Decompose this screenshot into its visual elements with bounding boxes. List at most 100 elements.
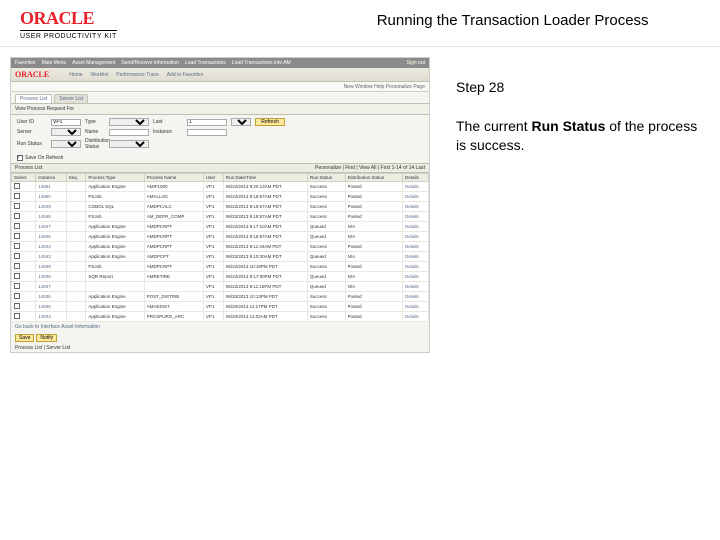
col-header: Process Type [86,174,144,182]
select-cell[interactable] [12,192,36,202]
step-text-bold: Run Status [531,118,605,134]
last-input[interactable] [187,119,227,126]
menu-item[interactable]: Worklist [91,72,109,78]
user-cell: VP1 [203,272,223,282]
name-input[interactable] [109,129,149,136]
col-header: Run Date/Time [223,174,307,182]
table-row: 14934Application EnginePRCSPURG_ARCVP106… [12,312,429,322]
type-label: Type [85,119,105,125]
instance-cell[interactable]: 14949 [36,202,66,212]
details-cell[interactable]: Details [402,252,428,262]
date-cell: 06/20/2013 10:13PM PDT [223,292,307,302]
select-cell[interactable] [12,282,36,292]
details-cell[interactable]: Details [402,262,428,272]
table-row: 14947Application EngineAMDPCRPTVP106/22/… [12,222,429,232]
name-cell: AMDPCRPT [144,262,203,272]
select-cell[interactable] [12,312,36,322]
refresh-button[interactable]: Refresh [255,118,285,126]
step-label: Step 28 [456,79,700,95]
dist-status-cell: Posted [345,262,402,272]
instance-cell[interactable]: 14951 [36,182,66,192]
seq-cell [66,282,86,292]
details-cell[interactable]: Details [402,292,428,302]
instance-cell[interactable]: 14934 [36,312,66,322]
instance-label: Instance [153,129,183,135]
instance-cell[interactable]: 14948 [36,212,66,222]
instance-cell[interactable]: 14944 [36,242,66,252]
seq-cell [66,302,86,312]
save-button[interactable]: Save [15,334,34,342]
userid-input[interactable] [51,119,81,126]
dist-status-cell: Posted [345,182,402,192]
type-cell: Application Engine [86,292,144,302]
table-row: 14943Application EngineAMDPCPTVP106/22/2… [12,252,429,262]
details-cell[interactable]: Details [402,212,428,222]
details-cell[interactable]: Details [402,242,428,252]
run-status-cell: Success [307,302,345,312]
name-cell: AMIF1000 [144,182,203,192]
dist-status-cell: Posted [345,302,402,312]
dist-status-select[interactable] [109,140,149,148]
select-cell[interactable] [12,222,36,232]
col-header: Instance [36,174,66,182]
select-cell[interactable] [12,262,36,272]
details-cell[interactable]: Details [402,192,428,202]
details-cell[interactable]: Details [402,272,428,282]
select-cell[interactable] [12,212,36,222]
details-cell[interactable]: Details [402,182,428,192]
details-cell[interactable]: Details [402,302,428,312]
select-cell[interactable] [12,272,36,282]
run-status-cell: Success [307,312,345,322]
name-cell: PRCSPURG_ARC [144,312,203,322]
select-cell[interactable] [12,232,36,242]
select-cell[interactable] [12,252,36,262]
select-cell[interactable] [12,202,36,212]
details-cell[interactable]: Details [402,202,428,212]
select-cell[interactable] [12,242,36,252]
details-cell[interactable]: Details [402,282,428,292]
seq-cell [66,212,86,222]
date-cell: 06/20/2013 11:02AM PDT [223,312,307,322]
type-cell: Application Engine [86,232,144,242]
back-link[interactable]: Go back to Interface Asset Information [11,322,429,332]
instance-from-input[interactable] [187,129,227,136]
instance-cell[interactable]: 14935 [36,302,66,312]
seq-cell [66,232,86,242]
breadcrumb-item: Favorites [15,60,36,66]
tab-server-list[interactable]: Server List [54,94,88,103]
select-cell[interactable] [12,182,36,192]
type-cell: Application Engine [86,242,144,252]
instance-cell[interactable]: 14943 [36,252,66,262]
type-select[interactable] [109,118,149,126]
type-cell: Application Engine [86,252,144,262]
user-cell: VP1 [203,182,223,192]
select-cell[interactable] [12,292,36,302]
last-unit-select[interactable]: Days [231,118,251,126]
details-cell[interactable]: Details [402,222,428,232]
save-on-refresh-checkbox[interactable] [17,155,23,161]
signout-link[interactable]: Sign out [407,60,425,66]
run-status-select[interactable] [51,140,81,148]
col-header: Process Name [144,174,203,182]
tab-process-list[interactable]: Process List [15,94,52,103]
instance-cell[interactable]: 14947 [36,222,66,232]
instance-cell[interactable]: 14938 [36,272,66,282]
instance-cell[interactable]: 14936 [36,292,66,302]
col-header: Run Status [307,174,345,182]
menu-item[interactable]: Home [69,72,82,78]
server-select[interactable] [51,128,81,136]
details-cell[interactable]: Details [402,312,428,322]
notify-button[interactable]: Notify [36,334,57,342]
select-cell[interactable] [12,302,36,312]
menu-item[interactable]: Performance Trace [116,72,159,78]
instance-cell[interactable]: 14939 [36,262,66,272]
details-cell[interactable]: Details [402,232,428,242]
instance-cell[interactable]: 14946 [36,232,66,242]
instance-cell[interactable]: 14950 [36,192,66,202]
process-list-title: Process List [15,165,42,171]
menu-item[interactable]: Add to Favorites [167,72,203,78]
type-cell: PSJob [86,192,144,202]
upk-label: USER PRODUCTIVITY KIT [20,30,117,40]
instance-cell[interactable]: 14937 [36,282,66,292]
type-cell [86,282,144,292]
